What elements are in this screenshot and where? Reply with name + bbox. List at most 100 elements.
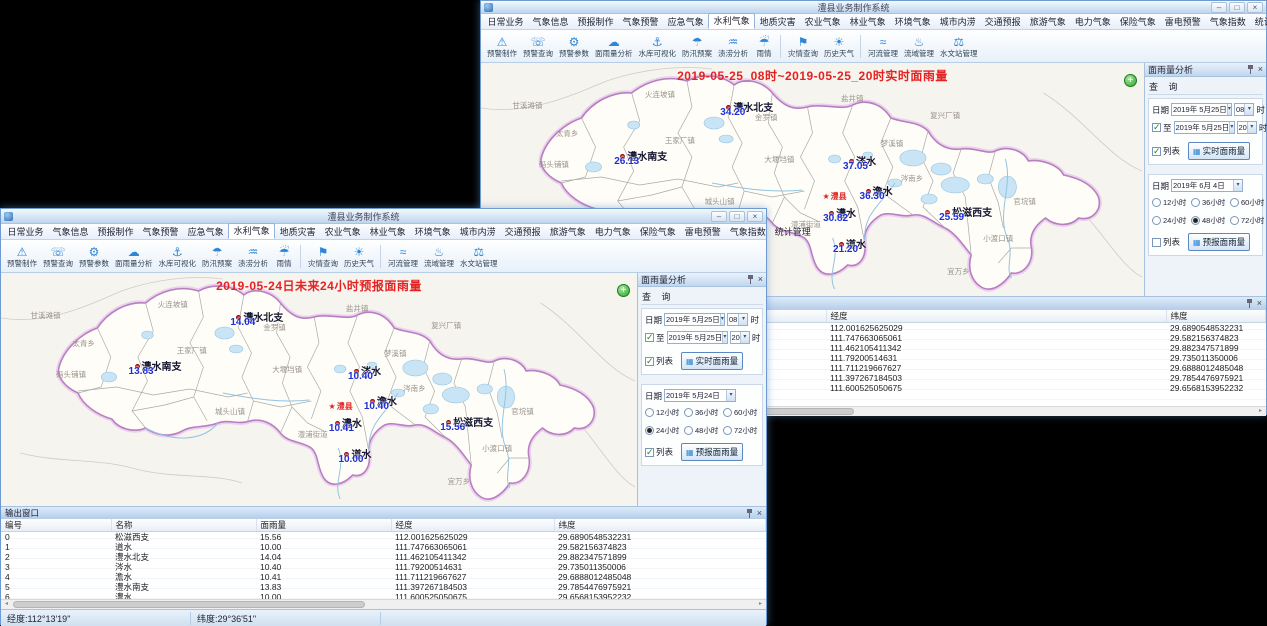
list-checkbox[interactable] — [645, 448, 654, 457]
menu-item[interactable]: 气象信息 — [48, 225, 93, 239]
toolbar-button[interactable]: ≈ 河流管理 — [385, 245, 421, 268]
menu-item[interactable]: 旅游气象 — [545, 225, 590, 239]
panel-close-icon[interactable]: × — [757, 509, 762, 518]
duration-radio[interactable]: 48小时 — [1191, 215, 1230, 226]
menu-item[interactable]: 气象预警 — [138, 225, 183, 239]
menu-item[interactable]: 林业气象 — [365, 225, 410, 239]
table-row[interactable]: 3涔水10.40111.7920051463129.735011350006 — [1, 562, 766, 572]
table-column-header[interactable]: 编号 — [1, 519, 111, 532]
menu-item[interactable]: 电力气象 — [590, 225, 635, 239]
table-column-header[interactable]: 经度 — [391, 519, 554, 532]
toolbar-button[interactable]: ☀ 历史天气 — [341, 245, 381, 268]
toolbar-button[interactable]: ⚖ 水文站管理 — [457, 245, 501, 268]
menu-item[interactable]: 林业气象 — [845, 15, 890, 29]
toolbar-button[interactable]: ☀ 历史天气 — [821, 35, 861, 58]
title-bar[interactable]: 澧县业务制作系统 – □ × — [1, 209, 766, 224]
pin-icon[interactable] — [747, 275, 754, 284]
menu-item[interactable]: 应急气象 — [183, 225, 228, 239]
menu-item[interactable]: 交通预报 — [980, 15, 1025, 29]
toolbar-button[interactable]: ⚙ 预警参数 — [76, 245, 112, 268]
table-row[interactable]: 1道水10.00111.74766306506129.582156374823 — [1, 542, 766, 552]
menu-item[interactable]: 城市内涝 — [935, 15, 980, 29]
toolbar-button[interactable]: ☔ 雨情 — [271, 245, 301, 268]
toolbar-button[interactable]: ☂ 防汛预案 — [679, 35, 715, 58]
toolbar-button[interactable]: ⚖ 水文站管理 — [937, 35, 981, 58]
toolbar-button[interactable]: ☏ 预警查询 — [40, 245, 76, 268]
toolbar-button[interactable]: ⚠ 预警制作 — [484, 35, 520, 58]
close-button[interactable]: × — [1247, 2, 1263, 13]
duration-radio[interactable]: 12小时 — [645, 407, 684, 418]
start-date-select[interactable]: 2019年 5月25日▾ — [1171, 103, 1232, 116]
table-row[interactable]: 6澧水10.00111.60052505067529.6568153952232 — [1, 592, 766, 599]
toolbar-button[interactable]: ☁ 面雨量分析 — [592, 35, 636, 58]
menu-item[interactable]: 农业气象 — [320, 225, 365, 239]
toolbar-button[interactable]: ⚑ 灾情查询 — [305, 245, 341, 268]
realtime-rainfall-button[interactable]: ▦实时面雨量 — [1188, 142, 1250, 160]
toolbar-button[interactable]: ⚓ 水库可视化 — [636, 35, 680, 58]
menu-item[interactable]: 预报制作 — [93, 225, 138, 239]
menu-item[interactable]: 水利气象 — [708, 13, 755, 29]
toolbar-button[interactable]: ⚓ 水库可视化 — [156, 245, 200, 268]
menu-item[interactable]: 预报制作 — [573, 15, 618, 29]
start-hour-select[interactable]: 08▾ — [1234, 103, 1254, 116]
minimize-button[interactable]: – — [1211, 2, 1227, 13]
menu-item[interactable]: 电力气象 — [1070, 15, 1115, 29]
forecast-date-select[interactable]: 2019年 6月 4日▾ — [1171, 179, 1243, 192]
title-bar[interactable]: 澧县业务制作系统 – □ × — [481, 1, 1266, 14]
end-date-select[interactable]: 2019年 5月25日▾ — [1174, 121, 1235, 134]
menu-item[interactable]: 气象信息 — [528, 15, 573, 29]
duration-radio[interactable]: 36小时 — [684, 407, 723, 418]
pin-icon[interactable] — [1246, 299, 1253, 308]
toolbar-button[interactable]: ⚠ 预警制作 — [4, 245, 40, 268]
menu-item[interactable]: 地质灾害 — [275, 225, 320, 239]
duration-radio[interactable]: 24小时 — [1152, 215, 1191, 226]
panel-close-icon[interactable]: × — [758, 275, 763, 284]
menu-item[interactable]: 统计管理 — [770, 225, 815, 239]
duration-radio[interactable]: 72小时 — [723, 425, 761, 436]
duration-radio[interactable]: 24小时 — [645, 425, 684, 436]
menu-item[interactable]: 地质灾害 — [755, 15, 800, 29]
pin-icon[interactable] — [1247, 65, 1254, 74]
menu-item[interactable]: 保险气象 — [1115, 15, 1160, 29]
map-add-button[interactable]: + — [1124, 74, 1137, 87]
menu-item[interactable]: 雷电预警 — [680, 225, 725, 239]
menu-item[interactable]: 雷电预警 — [1160, 15, 1205, 29]
scroll-left-icon[interactable]: ◂ — [1, 600, 12, 609]
to-checkbox[interactable] — [645, 333, 654, 342]
table-row[interactable]: 4澹水10.41111.71121966762729.6888012485048 — [1, 572, 766, 582]
horizontal-scrollbar[interactable]: ◂ ▸ — [1, 599, 766, 609]
start-hour-select[interactable]: 08▾ — [727, 313, 748, 326]
menu-item[interactable]: 交通预报 — [500, 225, 545, 239]
map-add-button[interactable]: + — [617, 284, 630, 297]
table-row[interactable]: 5澧水南支13.83111.39726718450329.78544769759… — [1, 582, 766, 592]
menu-item[interactable]: 统计管理 — [1250, 15, 1267, 29]
menu-item[interactable]: 城市内涝 — [455, 225, 500, 239]
start-date-select[interactable]: 2019年 5月25日▾ — [664, 313, 725, 326]
menu-item[interactable]: 环境气象 — [890, 15, 935, 29]
toolbar-button[interactable]: ♨ 流域管理 — [421, 245, 457, 268]
menu-item[interactable]: 日常业务 — [483, 15, 528, 29]
table-column-header[interactable]: 经度 — [826, 310, 1166, 323]
toolbar-button[interactable]: ♒ 渍涝分析 — [235, 245, 271, 268]
realtime-rainfall-button[interactable]: ▦实时面雨量 — [681, 352, 743, 370]
menu-item[interactable]: 气象指数 — [725, 225, 770, 239]
toolbar-button[interactable]: ⚙ 预警参数 — [556, 35, 592, 58]
table-column-header[interactable]: 纬度 — [554, 519, 766, 532]
minimize-button[interactable]: – — [711, 211, 727, 222]
forecast-rainfall-button[interactable]: ▦预报面雨量 — [1188, 233, 1250, 251]
toolbar-button[interactable]: ☁ 面雨量分析 — [112, 245, 156, 268]
list-checkbox[interactable] — [1152, 147, 1161, 156]
pin-icon[interactable] — [746, 509, 753, 518]
end-hour-select[interactable]: 20▾ — [730, 331, 750, 344]
duration-radio[interactable]: 36小时 — [1191, 197, 1230, 208]
scroll-right-icon[interactable]: ▸ — [755, 600, 766, 609]
menu-item[interactable]: 旅游气象 — [1025, 15, 1070, 29]
end-date-select[interactable]: 2019年 5月25日▾ — [667, 331, 728, 344]
toolbar-button[interactable]: ♨ 流域管理 — [901, 35, 937, 58]
maximize-button[interactable]: □ — [1229, 2, 1245, 13]
maximize-button[interactable]: □ — [729, 211, 745, 222]
toolbar-button[interactable]: ☏ 预警查询 — [520, 35, 556, 58]
scrollbar-thumb[interactable] — [13, 601, 365, 608]
duration-radio[interactable]: 60小时 — [723, 407, 761, 418]
table-row[interactable]: 0松滋西支15.56112.00162562502929.68905485322… — [1, 532, 766, 543]
